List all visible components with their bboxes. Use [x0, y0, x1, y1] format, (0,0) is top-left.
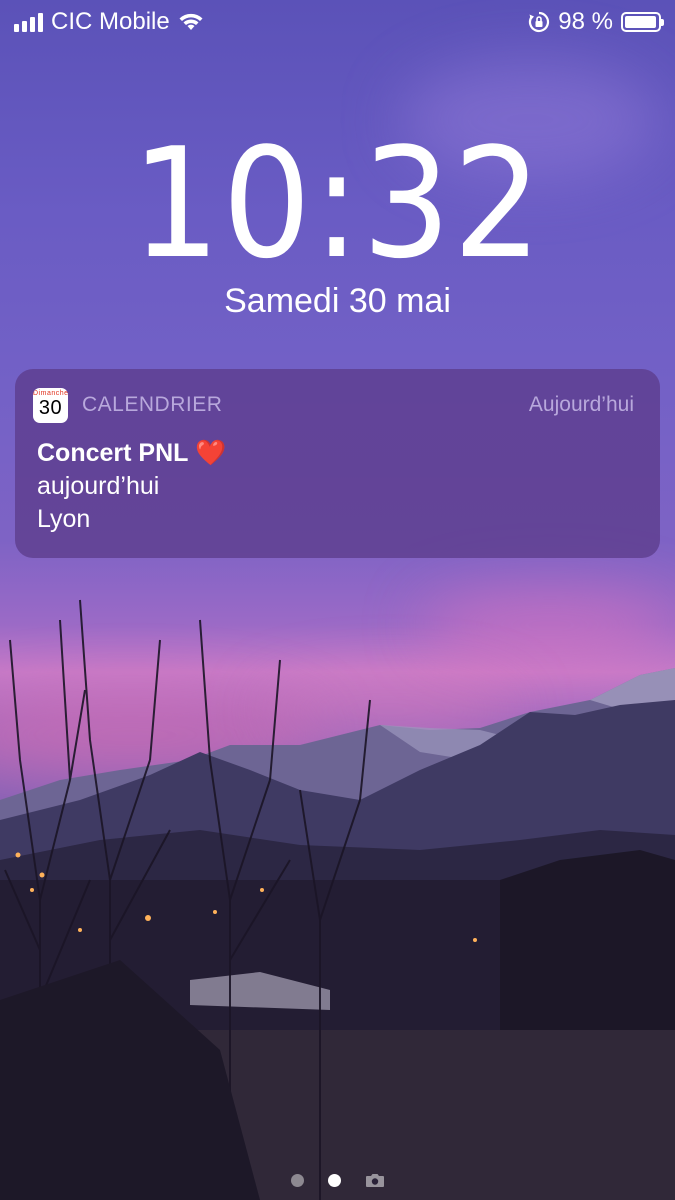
camera-icon[interactable] — [365, 1172, 385, 1188]
lock-screen-time: 10:32 — [131, 115, 544, 292]
notification-line-location: Lyon — [37, 505, 91, 533]
lock-screen: CIC Mobile 98 % 10:32 Samedi 30 mai Dima… — [0, 0, 675, 1200]
calendar-app-icon: Dimanche 30 — [33, 387, 68, 423]
page-dot-2-active — [327, 1173, 341, 1187]
calendar-icon-day: 30 — [38, 396, 63, 419]
heart-emoji-icon: ❤️ — [195, 439, 227, 467]
calendar-notification[interactable]: Dimanche 30 CALENDRIER Aujourd’hui Conce… — [15, 369, 660, 558]
status-bar: CIC Mobile 98 % — [0, 0, 675, 44]
signal-bars-icon — [14, 12, 43, 32]
notification-header: Dimanche 30 CALENDRIER Aujourd’hui — [33, 387, 634, 423]
page-dot-1 — [290, 1173, 304, 1187]
notification-app-name: CALENDRIER — [82, 393, 223, 416]
calendar-icon-weekday: Dimanche — [33, 389, 68, 397]
notification-line-when: aujourd’hui — [37, 472, 160, 500]
rotation-lock-icon — [529, 11, 550, 33]
page-indicator — [0, 1172, 675, 1188]
wifi-icon — [179, 13, 203, 30]
notification-title: Concert PNL — [37, 439, 189, 467]
carrier-name: CIC Mobile — [51, 8, 170, 35]
notification-body: Concert PNL ❤️ aujourd’hui Lyon — [37, 437, 227, 536]
battery-percent: 98 % — [558, 8, 613, 35]
lock-screen-date: Samedi 30 mai — [224, 282, 451, 320]
notification-timestamp: Aujourd’hui — [528, 393, 634, 416]
battery-icon — [621, 12, 664, 32]
